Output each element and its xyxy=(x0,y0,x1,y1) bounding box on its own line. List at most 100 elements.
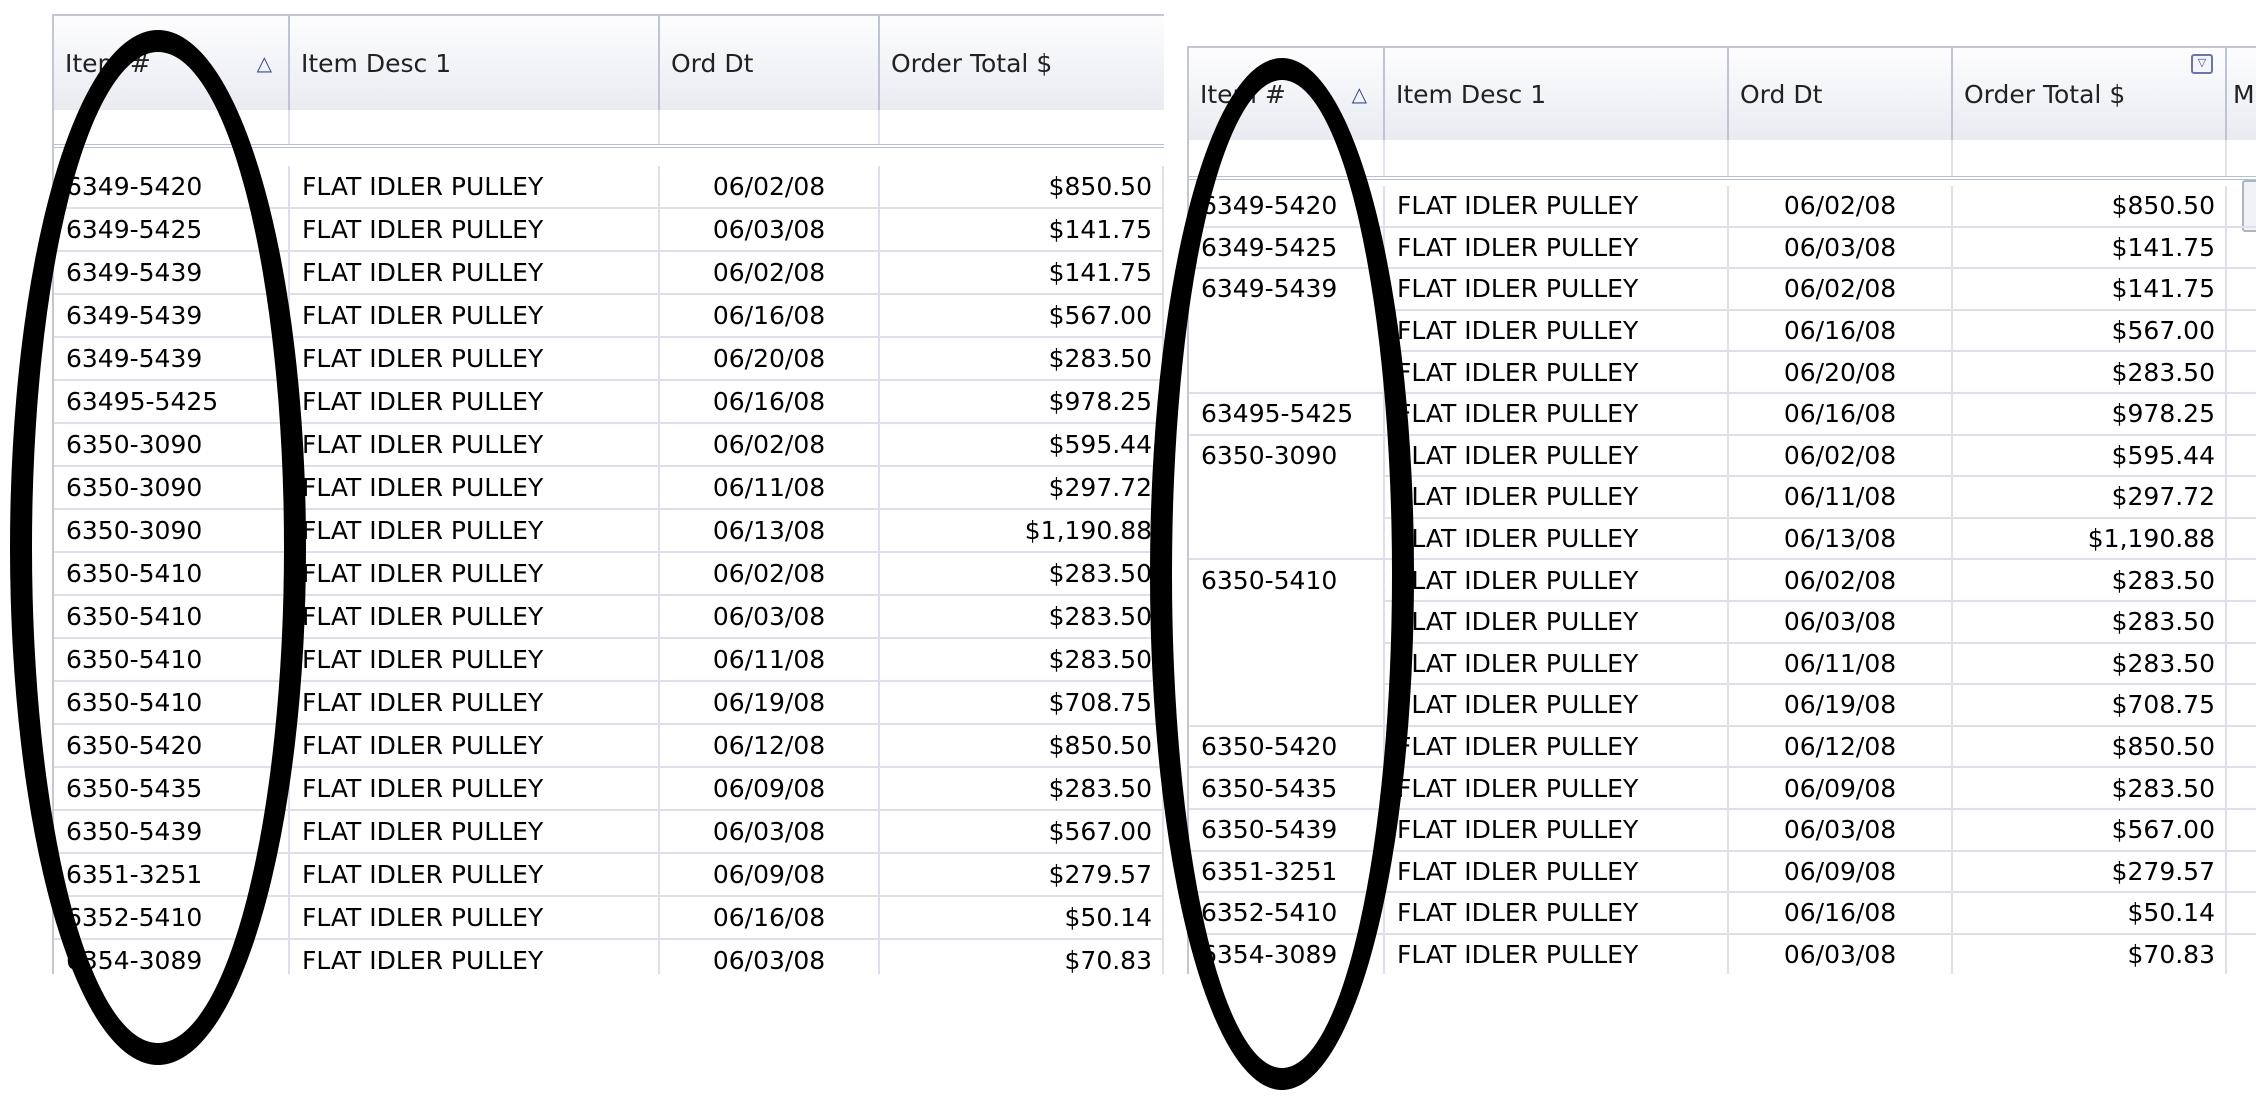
cell-item-desc: FLAT IDLER PULLEY xyxy=(1385,310,1729,351)
table-row[interactable]: 6349-5425 FLAT IDLER PULLEY 06/03/08 $141.7… xyxy=(1189,227,2256,270)
table-row[interactable]: 6350-5439 FLAT IDLER PULLEY 06/03/08 $567.0… xyxy=(1189,810,2256,852)
cell-item-number: 6354-3089 xyxy=(1189,934,1385,974)
table-row[interactable]: 6349-5420 FLAT IDLER PULLEY 06/02/08 $850.5… xyxy=(1189,186,2256,228)
filter-cell-item-desc[interactable] xyxy=(1385,140,1729,176)
table-row[interactable]: FLAT IDLER PULLEY 06/16/08 $567.00 xyxy=(1189,310,2256,353)
table-row[interactable]: FLAT IDLER PULLEY 06/20/08 $283.50 xyxy=(1189,352,2256,394)
right-grid-header: Item # △ Item Desc 1 Ord Dt Order Total … xyxy=(1189,46,2256,143)
column-header-order-total[interactable]: Order Total $ xyxy=(880,16,1164,110)
cell-item-desc: FLAT IDLER PULLEY xyxy=(1385,726,1729,767)
cell-item-desc: FLAT IDLER PULLEY xyxy=(1385,435,1729,476)
filter-cell-item-number[interactable] xyxy=(1189,140,1385,176)
cell-order-total: $978.25 xyxy=(1953,394,2227,434)
cell-item-number: 6349-5439 xyxy=(54,252,290,293)
cell-item-desc: FLAT IDLER PULLEY xyxy=(290,252,660,293)
table-row[interactable]: 6352-5410 FLAT IDLER PULLEY 06/16/08 $50.14 xyxy=(54,897,1164,940)
table-row[interactable]: 6350-3090 FLAT IDLER PULLEY 06/02/08 $595.4… xyxy=(1189,435,2256,478)
table-row[interactable]: 6350-3090 FLAT IDLER PULLEY 06/11/08 $297.7… xyxy=(54,467,1164,510)
cell-order-date: 06/02/08 xyxy=(1729,435,1953,476)
table-row[interactable]: 6350-5420 FLAT IDLER PULLEY 06/12/08 $850.5… xyxy=(1189,726,2256,769)
cell-order-total: $283.50 xyxy=(1953,352,2227,392)
cell-item-number: 6350-3090 xyxy=(54,467,290,508)
column-header-extra[interactable]: M xyxy=(2227,48,2256,140)
cell-item-desc: FLAT IDLER PULLEY xyxy=(1385,269,1729,309)
table-row[interactable]: 6349-5439 FLAT IDLER PULLEY 06/02/08 $141.7… xyxy=(1189,269,2256,311)
table-row[interactable]: FLAT IDLER PULLEY 06/11/08 $283.50 xyxy=(1189,643,2256,686)
table-row[interactable]: 6350-3090 FLAT IDLER PULLEY 06/02/08 $595.4… xyxy=(54,424,1164,467)
cell-item-desc: FLAT IDLER PULLEY xyxy=(1385,560,1729,600)
table-row[interactable]: 6349-5439 FLAT IDLER PULLEY 06/16/08 $567.0… xyxy=(54,295,1164,338)
table-row[interactable]: 6351-3251 FLAT IDLER PULLEY 06/09/08 $279.5… xyxy=(1189,851,2256,894)
filter-cell-order-total[interactable] xyxy=(880,110,1164,144)
table-row[interactable]: 6354-3089 FLAT IDLER PULLEY 06/03/08 $70.83 xyxy=(54,940,1164,974)
table-row[interactable]: 6351-3251 FLAT IDLER PULLEY 06/09/08 $279.5… xyxy=(54,854,1164,897)
filter-cell-order-date[interactable] xyxy=(660,110,880,144)
cell-order-total: $283.50 xyxy=(880,553,1164,594)
sort-ascending-icon[interactable]: △ xyxy=(257,51,272,76)
cell-item-desc: FLAT IDLER PULLEY xyxy=(290,510,660,551)
cell-order-total: $1,190.88 xyxy=(880,510,1164,551)
table-row[interactable]: 6350-5410 FLAT IDLER PULLEY 06/11/08 $283.5… xyxy=(54,639,1164,682)
cell-order-total: $283.50 xyxy=(880,338,1164,379)
filter-cell-order-date[interactable] xyxy=(1729,140,1953,176)
table-row[interactable]: 6349-5439 FLAT IDLER PULLEY 06/02/08 $141.7… xyxy=(54,252,1164,295)
cell-order-total: $567.00 xyxy=(1953,810,2227,850)
column-header-item-desc[interactable]: Item Desc 1 xyxy=(290,16,660,110)
cell-item-desc: FLAT IDLER PULLEY xyxy=(290,682,660,723)
table-row[interactable]: FLAT IDLER PULLEY 06/11/08 $297.72 xyxy=(1189,477,2256,519)
cell-order-total: $50.14 xyxy=(1953,893,2227,933)
table-row[interactable]: 6349-5439 FLAT IDLER PULLEY 06/20/08 $283.5… xyxy=(54,338,1164,381)
cell-item-desc: FLAT IDLER PULLEY xyxy=(290,295,660,336)
table-row[interactable]: FLAT IDLER PULLEY 06/19/08 $708.75 xyxy=(1189,685,2256,727)
table-row[interactable]: 6350-3090 FLAT IDLER PULLEY 06/13/08 $1,190… xyxy=(54,510,1164,553)
column-header-item-number[interactable]: Item # △ xyxy=(54,16,290,110)
table-row[interactable]: 6350-5410 FLAT IDLER PULLEY 06/03/08 $283.5… xyxy=(54,596,1164,639)
table-row[interactable]: 6350-5410 FLAT IDLER PULLEY 06/19/08 $708.7… xyxy=(54,682,1164,725)
cell-item-desc: FLAT IDLER PULLEY xyxy=(1385,186,1729,226)
filter-cell-item-number[interactable] xyxy=(54,110,290,144)
table-row[interactable]: 6349-5425 FLAT IDLER PULLEY 06/03/08 $141.7… xyxy=(54,209,1164,252)
cell-item-desc: FLAT IDLER PULLEY xyxy=(1385,851,1729,892)
cell-order-total: $978.25 xyxy=(880,381,1164,422)
merged-cell-cover xyxy=(1189,475,1385,480)
cell-order-total: $1,190.88 xyxy=(1953,518,2227,559)
column-header-label: M xyxy=(2233,79,2255,109)
cell-order-total: $283.50 xyxy=(1953,768,2227,808)
table-row[interactable]: 63495-5425 FLAT IDLER PULLEY 06/16/08 $978.… xyxy=(54,381,1164,424)
column-header-order-date[interactable]: Ord Dt xyxy=(660,16,880,110)
cell-item-number: 6350-5410 xyxy=(54,639,290,680)
filter-cell-item-desc[interactable] xyxy=(290,110,660,144)
cell-order-total: $283.50 xyxy=(1953,560,2227,600)
table-row[interactable]: 6352-5410 FLAT IDLER PULLEY 06/16/08 $50.14 xyxy=(1189,893,2256,935)
cell-order-date: 06/02/08 xyxy=(660,424,880,465)
filter-cell-order-total[interactable] xyxy=(1953,140,2227,176)
table-row[interactable]: 6350-5439 FLAT IDLER PULLEY 06/03/08 $567.0… xyxy=(54,811,1164,854)
column-header-order-total[interactable]: Order Total $ ▽ xyxy=(1953,48,2227,140)
column-header-item-number[interactable]: Item # △ xyxy=(1189,48,1385,140)
table-row[interactable]: 6349-5420 FLAT IDLER PULLEY 06/02/08 $850.5… xyxy=(54,166,1164,209)
cell-order-total: $850.50 xyxy=(880,725,1164,766)
table-row[interactable]: FLAT IDLER PULLEY 06/03/08 $283.50 xyxy=(1189,602,2256,644)
column-header-order-date[interactable]: Ord Dt xyxy=(1729,48,1953,140)
table-row[interactable]: 6350-5410 FLAT IDLER PULLEY 06/02/08 $283.5… xyxy=(1189,560,2256,602)
table-row[interactable]: 6350-5410 FLAT IDLER PULLEY 06/02/08 $283.5… xyxy=(54,553,1164,596)
cell-order-date: 06/16/08 xyxy=(660,381,880,422)
column-header-label: Item Desc 1 xyxy=(1396,79,1547,109)
filter-icon[interactable]: ▽ xyxy=(2191,54,2213,74)
left-filter-row xyxy=(54,110,1164,148)
cell-item-desc: FLAT IDLER PULLEY xyxy=(1385,602,1729,642)
table-row[interactable]: 6354-3089 FLAT IDLER PULLEY 06/03/08 $70.83 xyxy=(1189,934,2256,974)
table-row[interactable]: 63495-5425 FLAT IDLER PULLEY 06/16/08 $978.… xyxy=(1189,394,2256,436)
cell-order-date: 06/02/08 xyxy=(1729,186,1953,226)
cell-item-number xyxy=(1189,352,1385,392)
cell-item-desc: FLAT IDLER PULLEY xyxy=(290,596,660,637)
table-row[interactable]: 6350-5435 FLAT IDLER PULLEY 06/09/08 $283.5… xyxy=(1189,768,2256,810)
cell-order-total: $141.75 xyxy=(1953,227,2227,268)
table-row[interactable]: 6350-5435 FLAT IDLER PULLEY 06/09/08 $283.5… xyxy=(54,768,1164,811)
cell-item-desc: FLAT IDLER PULLEY xyxy=(290,553,660,594)
column-header-item-desc[interactable]: Item Desc 1 xyxy=(1385,48,1729,140)
table-row[interactable]: FLAT IDLER PULLEY 06/13/08 $1,190.88 xyxy=(1189,518,2256,561)
table-row[interactable]: 6350-5420 FLAT IDLER PULLEY 06/12/08 $850.5… xyxy=(54,725,1164,768)
right-data-grid: Item # △ Item Desc 1 Ord Dt Order Total … xyxy=(1187,46,2256,974)
sort-ascending-icon[interactable]: △ xyxy=(1352,82,1367,107)
